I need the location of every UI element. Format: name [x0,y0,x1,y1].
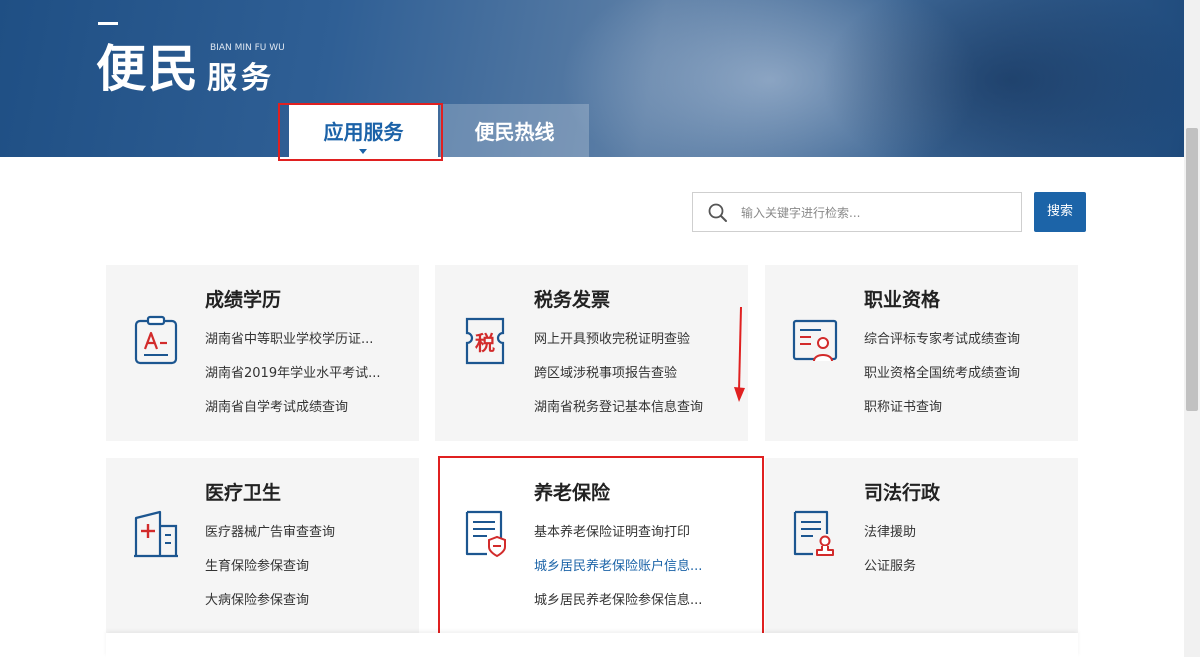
banner-background-shadow [820,0,1184,157]
card-grades-education: 成绩学历 湖南省中等职业学校学历证... 湖南省2019年学业水平考试... 湖… [106,265,419,441]
card-title: 司法行政 [864,482,941,504]
tab-hotline-label: 便民热线 [474,120,555,144]
card-link[interactable]: 湖南省2019年学业水平考试... [205,362,380,381]
annotation-arrow-down-icon [734,307,745,402]
card-link[interactable]: 跨区域涉税事项报告查验 [534,362,677,381]
card-medical-health: 医疗卫生 医疗器械广告审查查询 生育保险参保查询 大病保险参保查询 [106,458,419,634]
card-title: 职业资格 [864,289,941,311]
card-link[interactable]: 湖南省税务登记基本信息查询 [534,396,703,415]
card-link[interactable]: 医疗器械广告审查查询 [205,521,335,540]
scrollbar[interactable] [1184,0,1200,657]
card-link[interactable]: 湖南省自学考试成绩查询 [205,396,348,415]
page-title-main: 便民 [96,40,200,98]
card-link[interactable]: 大病保险参保查询 [205,589,309,608]
judicial-document-icon [793,510,834,556]
card-professional-qualification: 职业资格 综合评标专家考试成绩查询 职业资格全国统考成绩查询 职称证书查询 [765,265,1078,441]
card-link[interactable]: 职称证书查询 [864,396,942,415]
card-link[interactable]: 网上开具预收完税证明查验 [534,328,690,347]
card-title: 税务发票 [534,289,611,311]
search-box[interactable] [692,192,1022,233]
card-tax-invoice: 税 税务发票 网上开具预收完税证明查验 跨区域涉税事项报告查验 湖南省税务登记基… [435,265,748,441]
card-link[interactable]: 城乡居民养老保险账户信息... [534,555,702,574]
search-button[interactable]: 搜索 [1034,192,1086,232]
tab-app-services[interactable]: 应用服务 [289,104,438,157]
card-link[interactable]: 综合评标专家考试成绩查询 [864,328,1020,347]
card-judicial-administration: 司法行政 法律援助 公证服务 [765,458,1078,634]
pension-insurance-icon [465,510,506,558]
card-pension-insurance: 养老保险 基本养老保险证明查询打印 城乡居民养老保险账户信息... 城乡居民养老… [441,458,754,634]
search-icon [708,203,727,222]
card-link[interactable]: 法律援助 [864,521,916,540]
professional-certificate-icon [792,319,838,362]
search-input[interactable] [739,193,1013,233]
banner: 便民 BIAN MIN FU WU 服务 应用服务 便民热线 [0,0,1184,157]
card-link[interactable]: 城乡居民养老保险参保信息... [534,589,702,608]
svg-text:税: 税 [475,331,495,355]
page-title-sub: 服务 [207,61,275,96]
card-link[interactable]: 公证服务 [864,555,916,574]
card-title: 养老保险 [534,482,611,504]
hospital-icon [134,510,178,558]
title-dash [98,22,118,25]
grade-report-icon [134,315,178,365]
card-title: 医疗卫生 [205,482,282,504]
card-link[interactable]: 职业资格全国统考成绩查询 [864,362,1020,381]
next-section-edge [106,633,1078,657]
card-link[interactable]: 基本养老保险证明查询打印 [534,521,690,540]
caret-down-icon [359,149,367,154]
tax-ticket-icon: 税 [465,317,505,365]
card-title: 成绩学历 [205,289,282,311]
card-link[interactable]: 生育保险参保查询 [205,555,309,574]
card-link[interactable]: 湖南省中等职业学校学历证... [205,328,373,347]
tab-app-services-label: 应用服务 [323,120,404,144]
scrollbar-thumb[interactable] [1186,128,1198,411]
page-title-pinyin: BIAN MIN FU WU [210,43,285,53]
tab-hotline[interactable]: 便民热线 [440,104,589,157]
